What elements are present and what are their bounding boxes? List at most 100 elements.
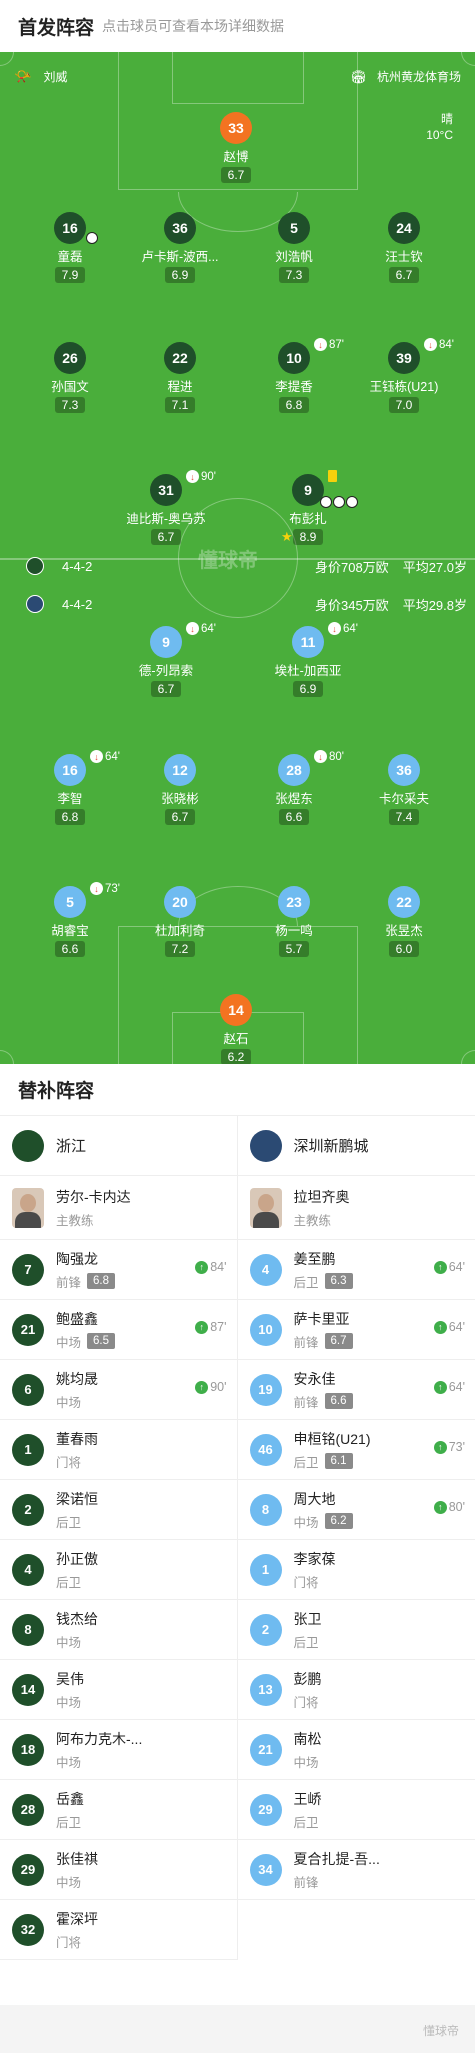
sub-in-icon: ↑ [433, 1320, 447, 1334]
sub-in-indicator: ↑ 80' [433, 1500, 465, 1514]
away-player[interactable]: 11 ↓ 64' 埃杜-加西亚 6.9 [248, 622, 368, 706]
player-name: 杨一鸣 [275, 924, 313, 938]
player-name: 赵博 [223, 150, 249, 164]
sub-player-row[interactable]: 13 彭鹏 门将 [237, 1660, 475, 1720]
away-player[interactable]: 5 ↓ 73' 胡睿宝 6.6 [10, 882, 130, 966]
sub-in-indicator: ↑ 90' [195, 1380, 227, 1394]
home-team-logo-icon [12, 1129, 44, 1162]
coach-name: 拉坦齐奥 [293, 1188, 350, 1205]
goal-ball-icon [86, 232, 98, 244]
sub-player-row[interactable]: 46 申桓铭(U21) 后卫 6.1 ↑ 73' [237, 1420, 475, 1480]
player-name: 童磊 [57, 250, 83, 264]
player-number-badge: 28 [278, 754, 310, 786]
sub-number-badge: 2 [249, 1613, 282, 1646]
home-player[interactable]: 31 ↓ 90' 迪比斯-奥乌苏 6.7 [106, 470, 226, 554]
player-rating: 6.7 [164, 809, 196, 825]
sub-in-minute: 64' [448, 1260, 465, 1274]
player-number-badge: 39 [388, 342, 420, 374]
home-coach[interactable]: 劳尔-卡内达 主教练 [0, 1176, 237, 1240]
home-player[interactable]: 33 赵博 6.7 [176, 112, 296, 192]
sub-player-row[interactable]: 18 阿布力克木-... 中场 [0, 1720, 237, 1780]
sub-player-row[interactable]: 34 夏合扎提-吾... 前锋 [237, 1840, 475, 1900]
sub-player-row[interactable]: 4 孙正傲 后卫 [0, 1540, 237, 1600]
sub-player-row[interactable]: 8 钱杰给 中场 [0, 1600, 237, 1660]
player-rating: 6.9 [164, 267, 196, 283]
sub-player-name: 姚均晟 [56, 1370, 98, 1387]
away-player[interactable]: 22 张昱杰 6.0 [344, 886, 464, 966]
player-rating: 7.1 [164, 397, 196, 413]
sub-player-row[interactable]: 4 姜至鹏 后卫 6.3 ↑ 64' [237, 1240, 475, 1300]
sub-player-name: 张佳祺 [56, 1850, 98, 1867]
home-player[interactable]: 24 汪士钦 6.7 [344, 212, 464, 292]
away-formation: 4-4-2 [62, 596, 93, 612]
away-player[interactable]: 12 张晓彬 6.7 [120, 754, 240, 834]
home-market-value: 身价708万欧 [314, 559, 389, 575]
player-name: 德-列昂索 [138, 664, 194, 678]
sub-player-row[interactable]: 1 李家葆 门将 [237, 1540, 475, 1600]
sub-player-row[interactable]: 21 南松 中场 [237, 1720, 475, 1780]
home-team-header[interactable]: 浙江 [0, 1116, 237, 1176]
player-rating: 7.2 [164, 941, 196, 957]
player-name: 汪士钦 [385, 250, 423, 264]
sub-player-row[interactable]: 2 张卫 后卫 [237, 1600, 475, 1660]
away-player[interactable]: 20 杜加利奇 7.2 [120, 886, 240, 966]
sub-number-badge: 7 [12, 1253, 44, 1286]
away-player[interactable]: 9 ↓ 64' 德-列昂索 6.7 [106, 622, 226, 706]
sub-player-row[interactable]: 14 吴伟 中场 [0, 1660, 237, 1720]
home-player[interactable]: 9 布彭扎 8.9 ★ [248, 470, 368, 554]
sub-player-row[interactable]: 29 张佳祺 中场 [0, 1840, 237, 1900]
sub-player-name: 鲍盛鑫 [56, 1310, 98, 1327]
away-player[interactable]: 16 ↓ 64' 李智 6.8 [10, 750, 130, 834]
home-player[interactable]: 16 童磊 7.9 [10, 212, 130, 292]
player-number-badge: 10 [278, 342, 310, 374]
sub-minute: 80' [329, 750, 344, 763]
sub-player-position: 前锋 [56, 1275, 82, 1290]
sub-player-row[interactable]: 8 周大地 中场 6.2 ↑ 80' [237, 1480, 475, 1540]
home-player[interactable]: 39 ↓ 84' 王钰栋(U21) 7.0 [344, 338, 464, 422]
sub-number-badge: 19 [249, 1373, 282, 1406]
sub-number-badge: 4 [249, 1253, 282, 1286]
away-player[interactable]: 23 杨一鸣 5.7 [234, 886, 354, 966]
away-player[interactable]: 14 赵石 6.2 [176, 994, 296, 1064]
sub-in-minute: 73' [448, 1440, 465, 1454]
home-player[interactable]: 10 ↓ 87' 李提香 6.8 [234, 338, 354, 422]
sub-player-row[interactable]: 32 霍深坪 门将 [0, 1900, 237, 1960]
referee-name: 刘威 [43, 70, 68, 84]
coach-role: 主教练 [293, 1213, 332, 1228]
sub-player-row[interactable]: 7 陶强龙 前锋 6.8 ↑ 84' [0, 1240, 237, 1300]
home-goal-box [172, 52, 304, 104]
sub-player-row[interactable]: 2 梁诺恒 后卫 [0, 1480, 237, 1540]
sub-player-position: 中场 [56, 1755, 82, 1770]
home-player[interactable]: 5 刘浩帆 7.3 [234, 212, 354, 292]
sub-player-name: 董春雨 [56, 1430, 98, 1447]
player-name: 张晓彬 [161, 792, 199, 806]
sub-player-position: 前锋 [293, 1395, 319, 1410]
sub-number-badge: 2 [12, 1493, 44, 1526]
sub-player-row[interactable]: 10 萨卡里亚 前锋 6.7 ↑ 64' [237, 1300, 475, 1360]
player-name: 胡睿宝 [51, 924, 89, 938]
sub-player-name: 吴伟 [56, 1670, 84, 1687]
home-player[interactable]: 36 卢卡斯-波西... 6.9 [120, 212, 240, 292]
sub-player-row[interactable]: 6 姚均晟 中场 ↑ 90' [0, 1360, 237, 1420]
goal-ball-icon [320, 496, 332, 508]
sub-player-name: 李家葆 [293, 1550, 336, 1567]
sub-player-row[interactable]: 19 安永佳 前锋 6.6 ↑ 64' [237, 1360, 475, 1420]
home-team-name: 浙江 [56, 1138, 87, 1155]
footer-watermark: 懂球帝 [422, 2024, 459, 2038]
sub-player-row[interactable]: 29 王峤 后卫 [237, 1780, 475, 1840]
sub-player-name: 梁诺恒 [56, 1490, 98, 1507]
sub-player-row[interactable]: 21 鲍盛鑫 中场 6.5 ↑ 87' [0, 1300, 237, 1360]
coach-name: 劳尔-卡内达 [56, 1188, 131, 1205]
sub-in-indicator: ↑ 73' [433, 1440, 465, 1454]
player-name: 孙国文 [51, 380, 89, 394]
away-player[interactable]: 36 卡尔采夫 7.4 [344, 754, 464, 834]
goal-ball-icon [346, 496, 358, 508]
sub-player-row[interactable]: 28 岳鑫 后卫 [0, 1780, 237, 1840]
sub-player-row[interactable]: 1 董春雨 门将 [0, 1420, 237, 1480]
home-player[interactable]: 22 程进 7.1 [120, 342, 240, 422]
away-player[interactable]: 28 ↓ 80' 张煜东 6.6 [234, 750, 354, 834]
home-player[interactable]: 26 孙国文 7.3 [10, 342, 130, 422]
away-coach[interactable]: 拉坦齐奥 主教练 [237, 1176, 475, 1240]
away-team-header[interactable]: 深圳新鹏城 [237, 1116, 475, 1176]
player-rating: 6.9 [292, 681, 324, 697]
